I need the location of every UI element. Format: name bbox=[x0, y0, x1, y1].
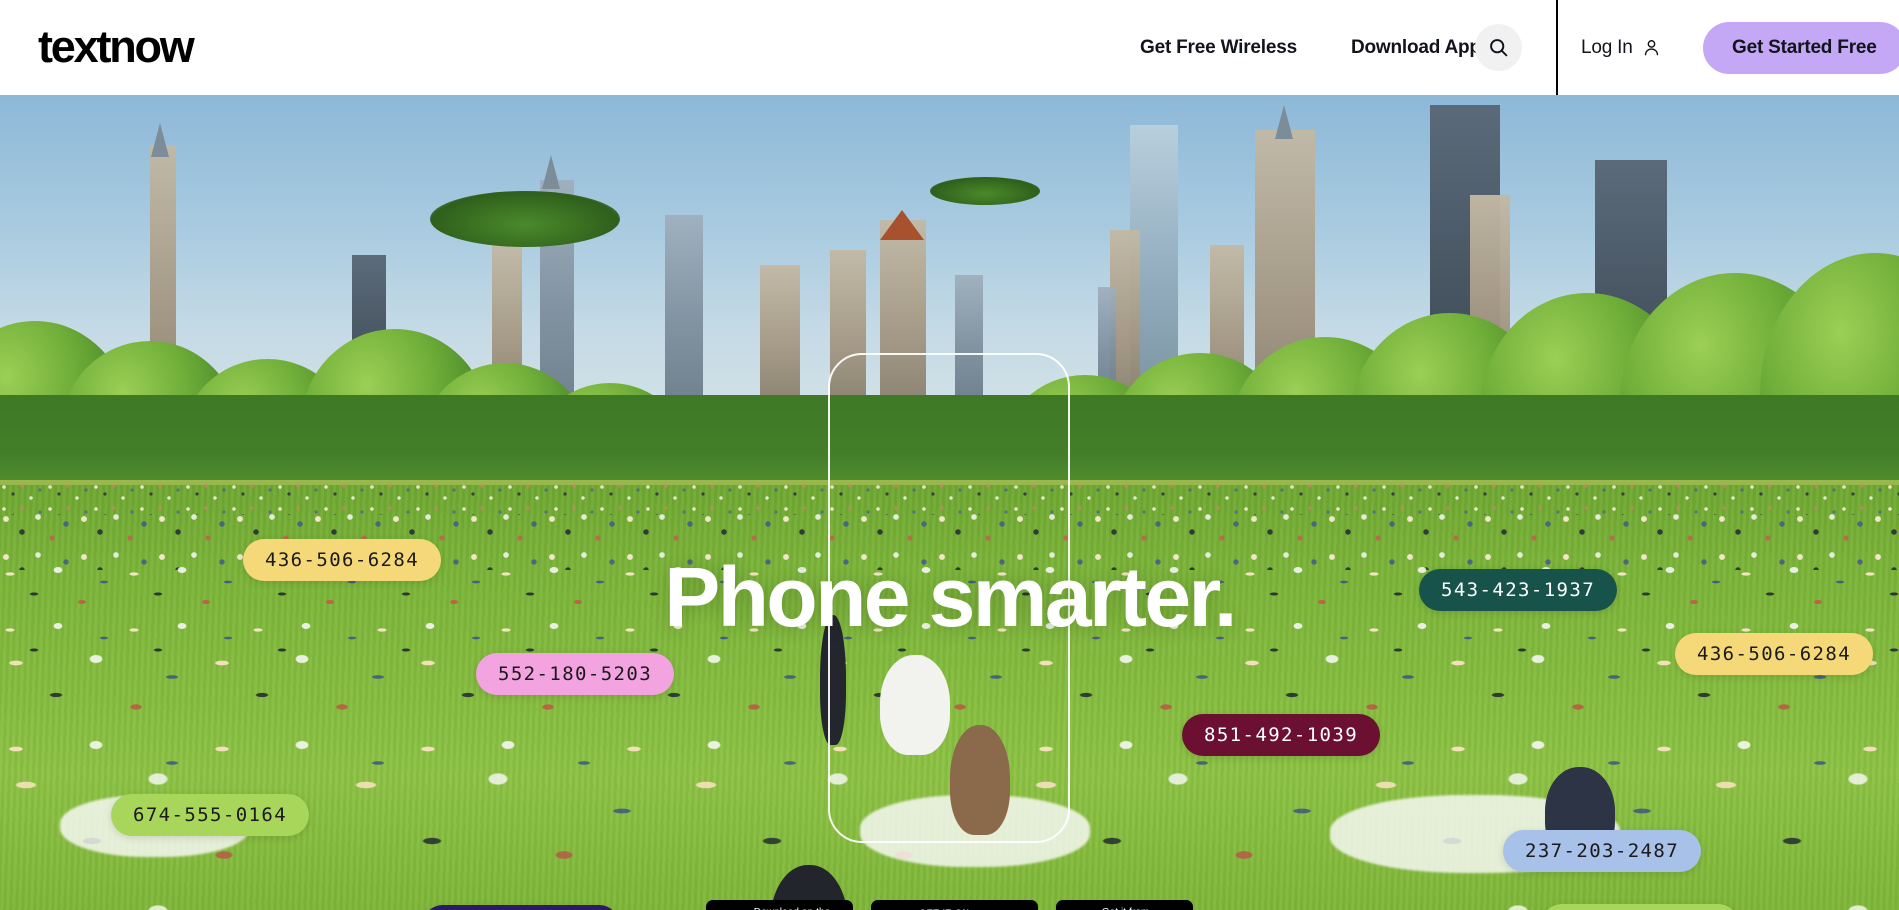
phone-number-bubble[interactable]: 851-492-1039 bbox=[1182, 714, 1381, 756]
login-link[interactable]: Log In bbox=[1581, 0, 1661, 95]
phone-number-bubble[interactable]: 436-506-6284 bbox=[243, 539, 442, 581]
user-icon bbox=[1644, 40, 1658, 56]
header-divider bbox=[1556, 0, 1558, 95]
phone-number-bubble[interactable]: 436-506-6284 bbox=[1675, 633, 1874, 675]
phone-number-bubble[interactable]: 543-423-1937 bbox=[1419, 569, 1618, 611]
primary-nav: Get Free Wireless Download App bbox=[1140, 0, 1481, 95]
app-store-badge[interactable]: Download on the App Store bbox=[705, 900, 854, 910]
search-button[interactable] bbox=[1475, 24, 1522, 71]
hero-person bbox=[880, 655, 950, 755]
search-icon bbox=[1490, 39, 1508, 57]
site-header: textnow Get Free Wireless Download App L… bbox=[0, 0, 1899, 95]
textnow-logo[interactable]: textnow bbox=[38, 24, 195, 69]
phone-number-bubble[interactable]: 674-555-0164 bbox=[111, 794, 310, 836]
phone-number-bubble[interactable]: 237-203-2487 bbox=[1503, 830, 1702, 872]
nav-download-app[interactable]: Download App bbox=[1351, 37, 1481, 59]
phone-number-bubble[interactable]: 552-180-5203 bbox=[476, 653, 675, 695]
hero-section: Phone smarter. 436-506-6284 552-180-5203… bbox=[0, 95, 1899, 910]
get-started-free-label: Get Started Free bbox=[1732, 37, 1877, 58]
hero-person bbox=[950, 725, 1010, 835]
store-badges: Download on the App Store GET IT ON Goog… bbox=[0, 900, 1899, 910]
login-label: Log In bbox=[1581, 36, 1633, 58]
get-started-free-button[interactable]: Get Started Free bbox=[1703, 22, 1899, 74]
microsoft-store-badge[interactable]: Get it from Microsoft bbox=[1055, 900, 1194, 910]
nav-get-free-wireless[interactable]: Get Free Wireless bbox=[1140, 37, 1297, 59]
google-play-badge[interactable]: GET IT ON Google Play bbox=[871, 900, 1038, 910]
